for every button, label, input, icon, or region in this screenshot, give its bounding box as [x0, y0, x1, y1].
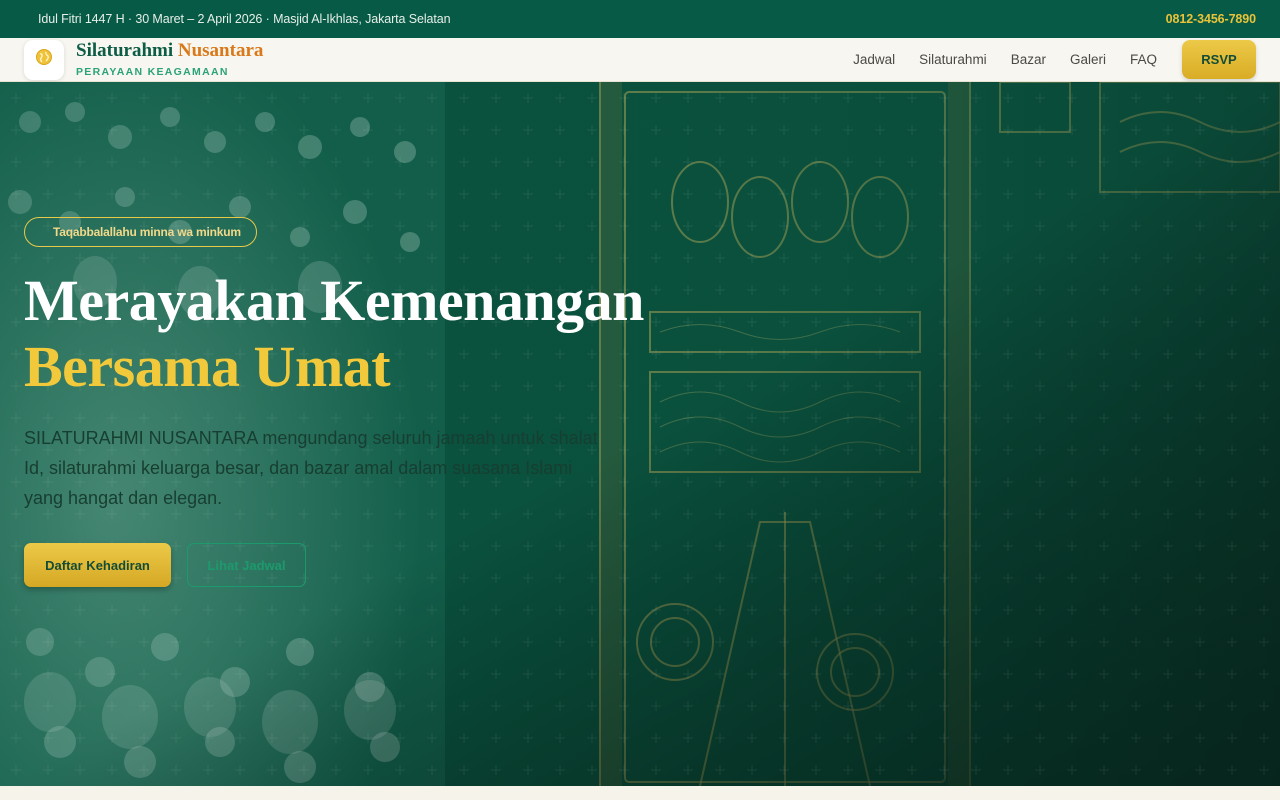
rsvp-button[interactable]: RSVP	[1182, 40, 1256, 79]
page-bottom-strip	[0, 786, 1280, 800]
nav-link-jadwal[interactable]: Jadwal	[853, 52, 895, 67]
brand-name: Silaturahmi Nusantara	[76, 41, 263, 60]
brand-name-primary: Silaturahmi	[76, 40, 174, 62]
hero-title-line2: Bersama Umat	[24, 334, 391, 399]
view-schedule-button[interactable]: Lihat Jadwal	[187, 543, 306, 587]
brand-tagline: PERAYAAN KEAGAMAAN	[76, 66, 229, 79]
brand-name-accent: Nusantara	[177, 40, 264, 62]
main-nav: Jadwal Silaturahmi Bazar Galeri FAQ	[853, 52, 1157, 67]
event-info-text: Idul Fitri 1447 H · 30 Maret – 2 April 2…	[38, 12, 451, 26]
phone-number-link[interactable]: 0812-3456-7890	[1166, 12, 1256, 26]
hero-title-line1: Merayakan Kemenangan	[24, 268, 644, 333]
nav-link-galeri[interactable]: Galeri	[1070, 52, 1106, 67]
logo-badge[interactable]	[24, 39, 64, 80]
brand[interactable]: Silaturahmi Nusantara PERAYAAN KEAGAMAAN	[76, 41, 263, 78]
nav-link-silaturahmi[interactable]: Silaturahmi	[919, 52, 987, 67]
hero-title: Merayakan Kemenangan Bersama Umat	[24, 268, 744, 400]
greeting-pill: Taqabbalallahu minna wa minkum	[24, 217, 257, 247]
register-attendance-button[interactable]: Daftar Kehadiran	[24, 543, 171, 587]
hero-description: SILATURAHMI NUSANTARA mengundang seluruh…	[24, 428, 598, 508]
nav-link-bazar[interactable]: Bazar	[1011, 52, 1046, 67]
announcement-bar: Idul Fitri 1447 H · 30 Maret – 2 April 2…	[0, 0, 1280, 38]
hero-section: Taqabbalallahu minna wa minkum Merayakan…	[0, 82, 1280, 786]
nav-link-faq[interactable]: FAQ	[1130, 52, 1157, 67]
site-header: Silaturahmi Nusantara PERAYAAN KEAGAMAAN…	[0, 38, 1280, 82]
globe-icon	[35, 48, 53, 71]
